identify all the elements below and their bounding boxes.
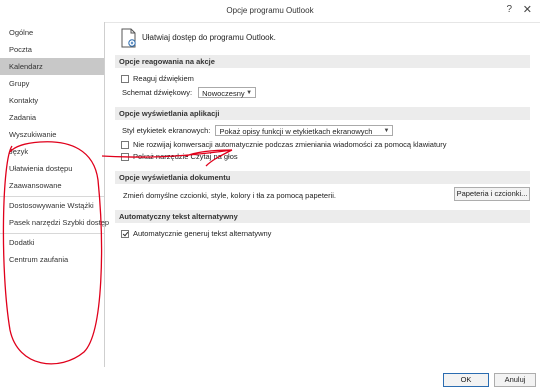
sound-option[interactable]: Reaguj dźwiękiem: [121, 74, 194, 83]
scheme-dropdown[interactable]: Nowoczesny ▼: [198, 87, 257, 98]
tooltip-style-dropdown[interactable]: Pokaż opisy funkcji w etykietkach ekrano…: [215, 125, 394, 136]
tooltip-style-value: Pokaż opisy funkcji w etykietkach ekrano…: [219, 127, 373, 136]
no-collapse-option[interactable]: Nie rozwijaj konwersacji automatycznie p…: [121, 140, 446, 149]
section-reaction-header: Opcje reagowania na akcje: [115, 55, 530, 68]
tooltip-style-label: Styl etykietek ekranowych:: [122, 126, 211, 135]
sidebar-item-kalendarz[interactable]: Kalendarz: [0, 58, 104, 75]
alt-text-checkbox[interactable]: [121, 230, 129, 238]
sidebar-item-ogolne[interactable]: Ogólne: [0, 24, 104, 41]
sidebar-item-centrum-zaufania[interactable]: Centrum zaufania: [0, 251, 104, 268]
scheme-value: Nowoczesny: [202, 89, 245, 98]
ok-button[interactable]: OK: [443, 373, 489, 387]
no-collapse-label: Nie rozwijaj konwersacji automatycznie p…: [133, 140, 447, 149]
section-alt-text-header: Automatyczny tekst alternatywny: [115, 210, 530, 223]
close-icon[interactable]: ✕: [523, 3, 532, 16]
sidebar-item-dostosowywanie-wstazki[interactable]: Dostosowywanie Wstążki: [0, 196, 104, 214]
scheme-row: Schemat dźwiękowy: Nowoczesny ▼: [122, 87, 257, 98]
section-display-header: Opcje wyświetlania aplikacji: [115, 107, 530, 120]
sound-label: Reaguj dźwiękiem: [133, 74, 194, 83]
read-aloud-label: Pokaż narzędzie Czytaj na głos: [133, 152, 238, 161]
window-title: Opcje programu Outlook: [226, 6, 314, 15]
sidebar-item-grupy[interactable]: Grupy: [0, 75, 104, 92]
sidebar-item-pasek-narzedzi[interactable]: Pasek narzędzi Szybki dostęp: [0, 214, 109, 231]
sidebar-item-kontakty[interactable]: Kontakty: [0, 92, 104, 109]
sidebar-item-zaawansowane[interactable]: Zaawansowane: [0, 177, 104, 194]
page-title: Ułatwiaj dostęp do programu Outlook.: [142, 33, 276, 42]
section-document-header: Opcje wyświetlania dokumentu: [115, 171, 530, 184]
no-collapse-checkbox[interactable]: [121, 141, 129, 149]
chevron-down-icon: ▼: [383, 128, 390, 134]
help-icon[interactable]: ?: [506, 4, 512, 15]
cancel-button[interactable]: Anuluj: [494, 373, 536, 387]
sidebar-item-dodatki[interactable]: Dodatki: [0, 233, 104, 251]
alt-text-option[interactable]: Automatycznie generuj tekst alternatywny: [121, 229, 271, 238]
title-bar: Opcje programu Outlook ? ✕: [0, 0, 540, 23]
sidebar-item-wyszukiwanie[interactable]: Wyszukiwanie: [0, 126, 104, 143]
read-aloud-checkbox[interactable]: [121, 153, 129, 161]
tooltip-style-row: Styl etykietek ekranowych: Pokaż opisy f…: [122, 125, 394, 136]
sidebar-item-jezyk[interactable]: Język: [0, 143, 104, 160]
sound-checkbox[interactable]: [121, 75, 129, 83]
dialog-footer: OK Anuluj: [0, 367, 540, 392]
read-aloud-option[interactable]: Pokaż narzędzie Czytaj na głos: [121, 152, 238, 161]
alt-text-label: Automatycznie generuj tekst alternatywny: [133, 229, 272, 238]
document-desc: Zmień domyślne czcionki, style, kolory i…: [123, 191, 337, 200]
chevron-down-icon: ▼: [246, 90, 253, 96]
sidebar-item-ulatwienia-dostepu[interactable]: Ułatwienia dostępu: [0, 160, 104, 177]
accessibility-document-icon: [121, 28, 137, 50]
stationery-fonts-button[interactable]: Papeteria i czcionki...: [454, 187, 530, 201]
sidebar-item-poczta[interactable]: Poczta: [0, 41, 104, 58]
sidebar-item-zadania[interactable]: Zadania: [0, 109, 104, 126]
scheme-label: Schemat dźwiękowy:: [122, 88, 193, 97]
sidebar: Ogólne Poczta Kalendarz Grupy Kontakty Z…: [0, 22, 109, 367]
page-header: Ułatwiaj dostęp do programu Outlook.: [112, 28, 530, 50]
